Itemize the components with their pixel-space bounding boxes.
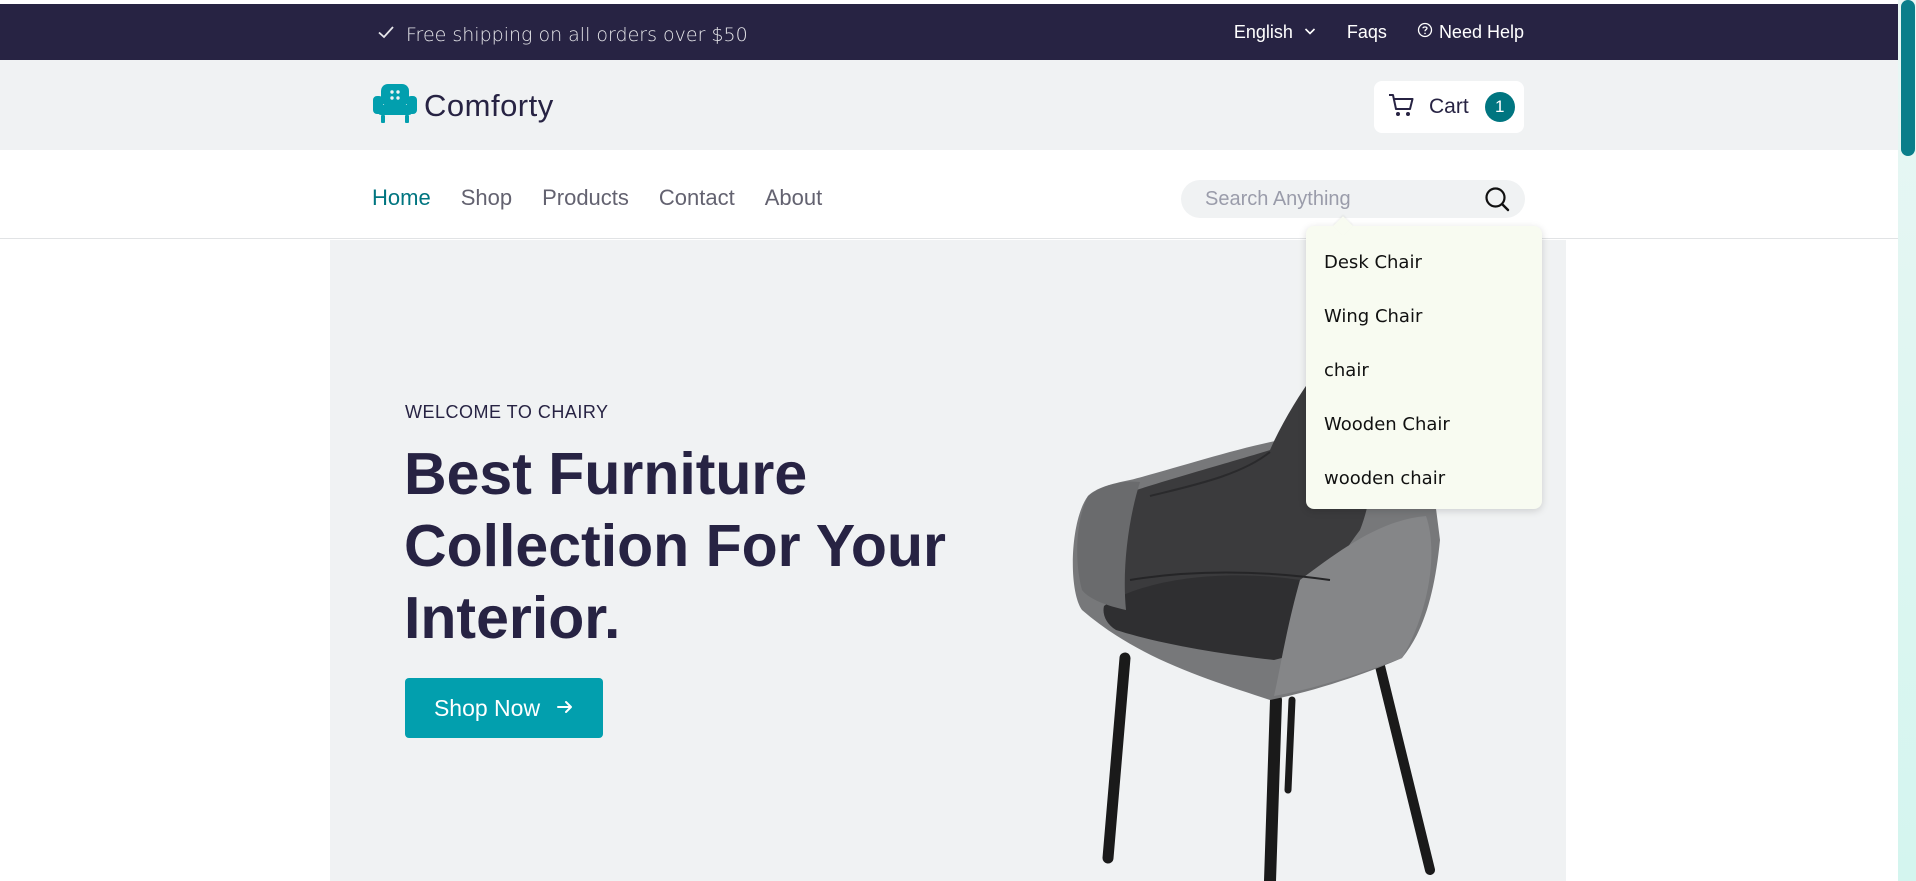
hero-title: Best Furniture Collection For Your Inter… [404,441,946,651]
nav-contact[interactable]: Contact [659,185,735,211]
nav-home[interactable]: Home [372,185,431,211]
logo[interactable]: Comforty [372,82,554,129]
page: Free shipping on all orders over $50 Eng… [0,0,1916,881]
suggestion-item[interactable]: Wooden Chair [1306,397,1542,451]
arrow-right-icon [556,695,574,722]
main-nav: Home Shop Products Contact About [372,185,822,211]
help-circle-icon [1417,22,1433,43]
suggestion-item[interactable]: chair [1306,343,1542,397]
announcement-bar: Free shipping on all orders over $50 Eng… [0,4,1898,60]
topbar-links: English Faqs Need Help [1234,22,1524,43]
cart-label: Cart [1429,95,1469,118]
brand-name: Comforty [424,87,554,123]
page-scrollbar[interactable] [1898,0,1916,881]
faqs-link[interactable]: Faqs [1347,22,1387,43]
cart-icon [1387,92,1415,123]
search-icon[interactable] [1483,185,1511,213]
language-label: English [1233,22,1293,42]
shipping-notice: Free shipping on all orders over $50 [376,22,748,47]
search-suggestions-dropdown: Desk Chair Wing Chair chair Wooden Chair… [1306,216,1542,509]
scrollbar-thumb[interactable] [1901,0,1915,156]
search-bar [1181,180,1525,218]
suggestion-item[interactable]: Desk Chair [1306,235,1542,289]
language-select[interactable]: English [1234,22,1317,43]
cart-button[interactable]: Cart 1 [1374,81,1524,133]
chevron-down-icon [1303,22,1317,43]
main-navbar: Home Shop Products Contact About [0,150,1898,239]
cart-count-badge: 1 [1484,92,1515,122]
armchair-logo-icon [372,82,418,129]
shipping-text: Free shipping on all orders over $50 [406,23,748,46]
need-help-link[interactable]: Need Help [1417,22,1524,43]
need-help-label: Need Help [1438,22,1524,42]
shop-now-button[interactable]: Shop Now [405,678,603,738]
brand-bar: Comforty Cart 1 [0,60,1898,150]
nav-products[interactable]: Products [542,185,629,211]
search-input[interactable] [1205,187,1483,211]
suggestion-item[interactable]: wooden chair [1306,451,1542,505]
nav-shop[interactable]: Shop [461,185,512,211]
shop-now-label: Shop Now [433,694,541,721]
suggestion-item[interactable]: Wing Chair [1306,289,1542,343]
hero-eyebrow: WELCOME TO CHAIRY [405,402,609,422]
check-icon [376,22,396,47]
nav-about[interactable]: About [765,185,823,211]
